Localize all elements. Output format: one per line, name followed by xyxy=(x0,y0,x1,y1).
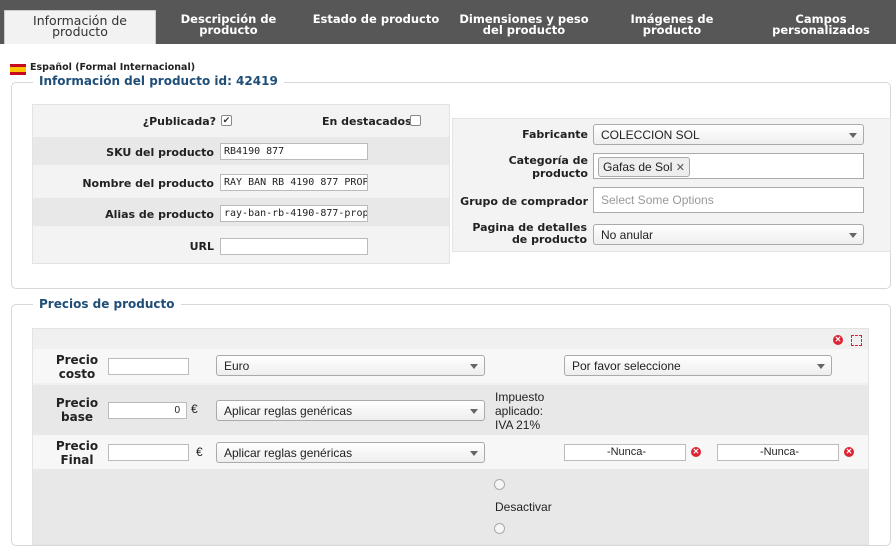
buyer-group-label: Grupo de comprador xyxy=(460,195,588,208)
base-price-label: Precio base xyxy=(55,396,99,424)
sku-label: SKU del producto xyxy=(106,146,214,159)
tab-product-info[interactable]: Información de producto xyxy=(4,10,156,44)
product-info-legend: Información del producto id: 42419 xyxy=(33,74,284,88)
category-label: Categoría de producto xyxy=(508,154,588,180)
url-input[interactable] xyxy=(220,238,368,255)
final-price-label: Precio Final xyxy=(55,439,99,467)
url-label: URL xyxy=(189,240,214,253)
tab-product-status[interactable]: Estado de producto xyxy=(310,0,442,44)
product-alias-label: Alias de producto xyxy=(105,208,214,221)
featured-checkbox[interactable] xyxy=(410,115,421,126)
language-label: Español (Formal Internacional) xyxy=(30,62,196,73)
price-panel: ✕ Precio costo Euro Por favor seleccione… xyxy=(32,328,869,545)
manufacturer-label: Fabricante xyxy=(522,128,588,141)
tab-product-images[interactable]: Imágenes de producto xyxy=(603,0,741,44)
final-price-input[interactable] xyxy=(108,444,189,461)
deactivate-label: Desactivar xyxy=(495,500,552,514)
product-alias-input[interactable]: ray-ban-rb-4190-877-propi xyxy=(220,205,368,222)
spain-flag-icon xyxy=(10,64,26,75)
final-rule-select[interactable]: Aplicar reglas genéricas xyxy=(216,442,485,463)
product-info-left-panel: ¿Publicada? ✔ En destacados SKU del prod… xyxy=(32,104,450,264)
sku-input[interactable]: RB4190 877 xyxy=(220,143,368,160)
details-page-select[interactable]: No anular xyxy=(593,224,864,245)
product-name-input[interactable]: RAY BAN RB 4190 877 PROPIO xyxy=(220,174,368,191)
product-info-right-panel: Fabricante COLECCION SOL Categoría de pr… xyxy=(452,118,891,252)
date-to-input[interactable]: -Nunca- xyxy=(717,444,839,461)
tab-bar: Información de producto Descripción de p… xyxy=(0,0,896,44)
manufacturer-select[interactable]: COLECCION SOL xyxy=(593,124,864,145)
base-euro-symbol: € xyxy=(191,402,198,416)
published-label: ¿Publicada? xyxy=(142,115,216,128)
featured-label: En destacados xyxy=(322,115,412,128)
currency-select[interactable]: Euro xyxy=(216,355,485,376)
date-from-input[interactable]: -Nunca- xyxy=(564,444,686,461)
radio-option-1[interactable] xyxy=(494,479,505,490)
base-price-input[interactable]: 0 xyxy=(108,402,187,419)
product-name-label: Nombre del producto xyxy=(82,177,214,190)
shopper-group-select[interactable]: Por favor seleccione xyxy=(564,355,832,376)
details-page-label: Pagina de detalles de producto xyxy=(472,221,587,246)
clear-date-from-icon[interactable]: ✕ xyxy=(691,447,701,457)
tab-product-description[interactable]: Descripción de producto xyxy=(157,0,300,44)
cost-price-label: Precio costo xyxy=(55,353,99,381)
published-checkbox[interactable]: ✔ xyxy=(221,115,232,126)
tax-applied-label: Impuesto aplicado: xyxy=(495,390,545,418)
category-multiselect[interactable]: Gafas de Sol ✕ xyxy=(593,153,864,179)
clear-date-to-icon[interactable]: ✕ xyxy=(844,447,854,457)
remove-price-icon[interactable]: ✕ xyxy=(833,335,843,345)
prices-legend: Precios de producto xyxy=(33,297,181,311)
base-rule-select[interactable]: Aplicar reglas genéricas xyxy=(216,400,485,421)
expand-icon[interactable] xyxy=(851,335,862,346)
tax-value: IVA 21% xyxy=(495,418,541,432)
final-euro-symbol: € xyxy=(196,445,203,459)
cost-price-input[interactable] xyxy=(108,358,189,375)
tab-product-dimensions[interactable]: Dimensiones y peso del producto xyxy=(450,0,598,44)
buyer-group-input[interactable]: Select Some Options xyxy=(593,187,864,213)
remove-chip-icon[interactable]: ✕ xyxy=(676,162,685,174)
radio-option-2[interactable] xyxy=(494,523,505,534)
tab-custom-fields[interactable]: Campos personalizados xyxy=(748,0,894,44)
category-chip: Gafas de Sol ✕ xyxy=(598,157,690,177)
